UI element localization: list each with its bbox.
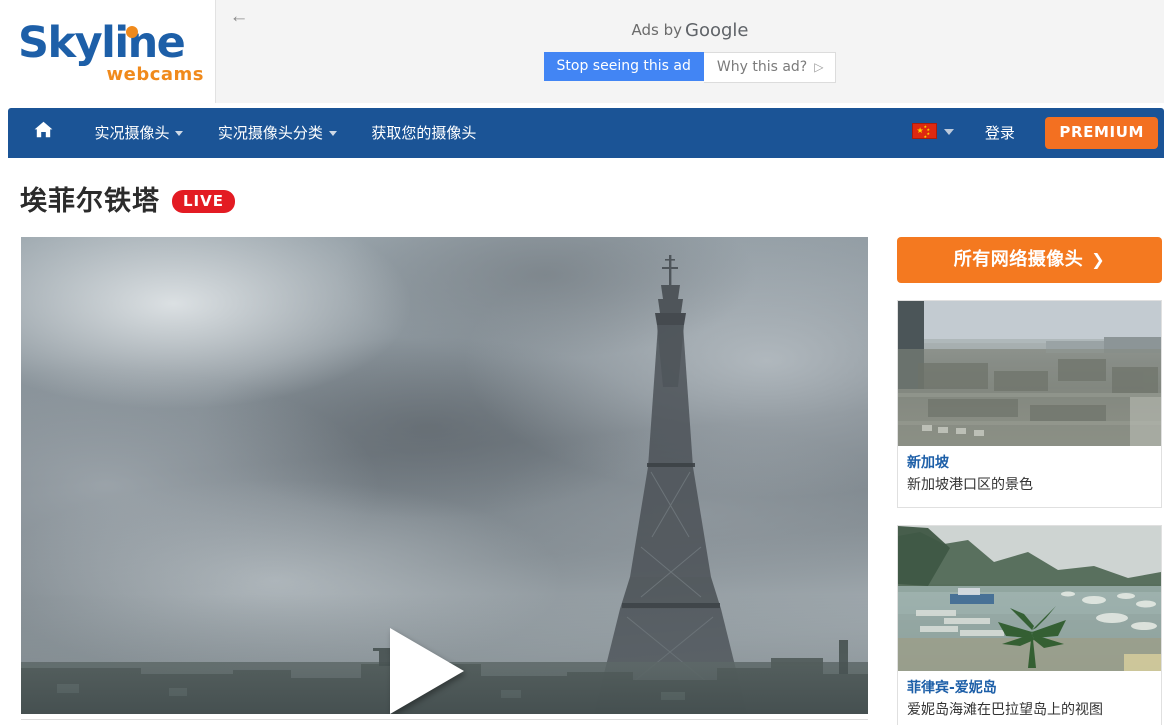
- play-triangle-icon: ▷: [814, 60, 823, 74]
- logo-primary-text: Skyline: [18, 20, 208, 66]
- chevron-down-icon: [944, 129, 954, 135]
- site-logo[interactable]: Skyline webcams: [18, 20, 208, 86]
- skylinewebcams-page: Skyline webcams ← Ads byGoogle Stop seei…: [0, 0, 1164, 725]
- ads-by-text: Ads by: [632, 21, 683, 39]
- list-item-description: 爱妮岛海滩在巴拉望岛上的视图: [907, 700, 1152, 721]
- all-webcams-button[interactable]: 所有网络摄像头 ❯: [897, 237, 1162, 283]
- live-status-badge: LIVE: [172, 190, 235, 213]
- google-wordmark: Google: [685, 20, 748, 41]
- list-item-title: 菲律宾-爱妮岛: [907, 678, 1152, 698]
- content-divider: [21, 719, 868, 720]
- google-ad-container: ← Ads byGoogle Stop seeing this adWhy th…: [215, 0, 1164, 103]
- login-link[interactable]: 登录: [969, 108, 1031, 158]
- stop-seeing-ad-button[interactable]: Stop seeing this ad: [544, 52, 704, 81]
- card-text: 新加坡 新加坡港口区的景色: [898, 446, 1161, 507]
- chevron-down-icon: [175, 131, 183, 136]
- nav-item-cam-categories[interactable]: 实况摄像头分类: [203, 108, 352, 158]
- logo-secondary-text: webcams: [106, 64, 204, 85]
- thumbnail-detail: [898, 526, 1161, 671]
- premium-button[interactable]: PREMIUM: [1045, 117, 1158, 149]
- page-title: 埃菲尔铁塔: [20, 185, 160, 219]
- nav-item-get-your-cam-label: 获取您的摄像头: [371, 124, 476, 142]
- nav-home-button[interactable]: [8, 108, 75, 158]
- page-title-row: 埃菲尔铁塔 LIVE: [20, 185, 235, 219]
- list-item[interactable]: 新加坡 新加坡港口区的景色: [897, 300, 1162, 508]
- nav-item-cam-categories-label: 实况摄像头分类: [218, 124, 323, 142]
- china-flag-icon: ★ ★ ★ ★ ★: [912, 123, 937, 139]
- chevron-down-icon: [329, 131, 337, 136]
- top-ad-strip: Skyline webcams ← Ads byGoogle Stop seei…: [0, 0, 1164, 105]
- webcam-thumbnail-singapore: [898, 301, 1161, 446]
- list-item-description: 新加坡港口区的景色: [907, 475, 1152, 496]
- language-selector[interactable]: ★ ★ ★ ★ ★: [902, 108, 964, 158]
- thumbnail-detail: [898, 301, 1161, 446]
- flag-star-4: ★: [923, 135, 927, 139]
- all-webcams-label: 所有网络摄像头: [954, 249, 1084, 270]
- logo-dot: [126, 26, 138, 38]
- list-item-title: 新加坡: [907, 453, 1152, 473]
- why-this-ad-button[interactable]: Why this ad? ▷: [704, 52, 837, 83]
- video-player[interactable]: [21, 237, 868, 714]
- nav-item-live-cams-label: 实况摄像头: [94, 124, 169, 142]
- webcam-thumbnail-el-nido: [898, 526, 1161, 671]
- chevron-right-icon: ❯: [1091, 250, 1105, 269]
- main-navigation-bar: 实况摄像头 实况摄像头分类 获取您的摄像头 ★ ★ ★ ★ ★ 登录 PREMI…: [8, 108, 1164, 158]
- nav-item-get-your-cam[interactable]: 获取您的摄像头: [356, 108, 491, 158]
- why-this-ad-label: Why this ad?: [717, 59, 807, 75]
- ad-actions: Stop seeing this ad Why this ad? ▷: [216, 52, 1164, 83]
- ads-by-google-label: Ads byGoogle: [216, 20, 1164, 41]
- list-item[interactable]: 菲律宾-爱妮岛 爱妮岛海滩在巴拉望岛上的视图: [897, 525, 1162, 725]
- nav-item-live-cams[interactable]: 实况摄像头: [79, 108, 198, 158]
- nav-left-group: 实况摄像头 实况摄像头分类 获取您的摄像头: [8, 108, 491, 158]
- sidebar: 所有网络摄像头 ❯: [897, 237, 1162, 725]
- play-button-icon[interactable]: [390, 628, 464, 714]
- nav-right-group: ★ ★ ★ ★ ★ 登录 PREMIUM: [902, 108, 1164, 158]
- card-text: 菲律宾-爱妮岛 爱妮岛海滩在巴拉望岛上的视图: [898, 671, 1161, 725]
- home-icon: [34, 121, 53, 138]
